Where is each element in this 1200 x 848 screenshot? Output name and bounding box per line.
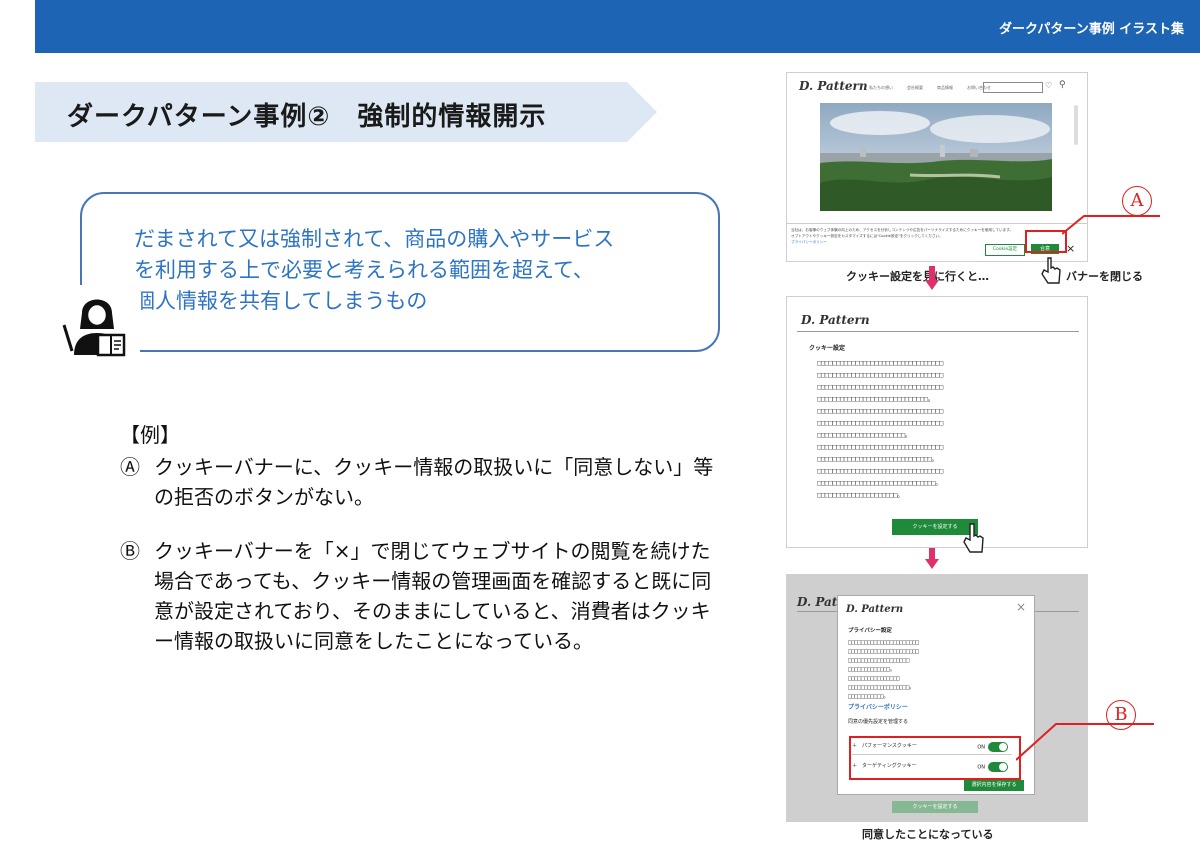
text-line: □□□□□□□□□□□□□□□□□□□□□□□□□□□□□□□□□ xyxy=(817,407,943,415)
modal-title: プライバシー設定 xyxy=(848,628,892,634)
caption-close-banner: バナーを閉じる xyxy=(1066,270,1143,283)
callout-b-box xyxy=(849,736,1021,780)
hand-cursor-icon xyxy=(963,523,984,553)
text-line: □□□□□□□□□□□□□□□□□□□□□□□□□□□□□□□□□ xyxy=(817,419,943,427)
brand-logo: D. Pattern xyxy=(799,79,868,93)
text-line: □□□□□□□□□□□□□□□□ xyxy=(848,675,900,682)
header-bar: ダークパターン事例 イラスト集 xyxy=(35,0,1200,53)
nav-item[interactable]: 会社概要 xyxy=(907,85,923,91)
callout-a-box xyxy=(1025,230,1067,253)
nav-item[interactable]: 私たちの想い xyxy=(869,85,893,91)
close-icon[interactable]: × xyxy=(1066,242,1075,255)
modal-brand-logo: D. Pattern xyxy=(846,604,904,615)
slide-title: ダークパターン事例② 強制的情報開示 xyxy=(67,102,547,132)
label-b: B xyxy=(1106,700,1136,730)
landscape-photo xyxy=(820,103,1052,211)
save-selection-button[interactable]: 選択内容を保存する xyxy=(964,780,1024,791)
privacy-policy-link[interactable]: プライバシーポリシー xyxy=(848,702,908,711)
cookie-settings-button[interactable]: Cookie設定 xyxy=(985,244,1025,256)
example-mark: Ⓐ xyxy=(120,455,140,479)
text-line: □□□□□□□□□□□□□□□□□□□□□□□。 xyxy=(817,431,912,439)
text-line: □□□□□□□□□□□□□□□□□□□□□□□□□□□□□□□□□ xyxy=(817,383,943,391)
screenshot-privacy-modal: D. Pattern クッキーを設定する D. Pattern × プライバシー… xyxy=(786,574,1088,822)
text-line: □□□□□□□□□□□□□□□□□□□□□□ xyxy=(848,648,919,655)
text-line: □□□□□□□□□□□。 xyxy=(848,693,889,700)
label-a: A xyxy=(1122,186,1152,216)
text-line: □□□□□□□□□□□□□□□□□□□□□。 xyxy=(817,491,904,499)
header-title: ダークパターン事例 イラスト集 xyxy=(999,22,1184,37)
text-line: □□□□□□□□□□□□□□□□□□□。 xyxy=(848,684,915,691)
caption-agreed: 同意したことになっている xyxy=(862,828,994,841)
text-line: □□□□□□□□□□□□□。 xyxy=(848,666,896,673)
placeholder-text-block: □□□□□□□□□□□□□□□□□□□□□□□□□□□□□□□□□ □□□□□□… xyxy=(817,357,943,501)
brand-logo: D. Pattern xyxy=(801,313,870,327)
title-band: ダークパターン事例② 強制的情報開示 xyxy=(35,82,657,142)
definition-text: だまされて又は強制されて、商品の購入やサービス を利用する上で必要と考えられる範… xyxy=(134,224,704,317)
user-icon[interactable]: ⚲ xyxy=(1059,80,1066,90)
top-nav: 私たちの想い 会社概要 商品情報 お問い合わせ xyxy=(869,85,991,91)
definition-line: 個人情報を共有してしまうもの xyxy=(134,289,428,313)
example-text: クッキーバナーに、クッキー情報の取扱いに「同意しない」等の拒否のボタンがない。 xyxy=(154,455,714,509)
section-title: クッキー設定 xyxy=(809,345,846,352)
example-item-a: Ⓐ クッキーバナーに、クッキー情報の取扱いに「同意しない」等の拒否のボタンがない… xyxy=(120,452,730,512)
text-line: □□□□□□□□□□□□□□□□□□□ xyxy=(848,657,910,664)
down-arrow-icon xyxy=(925,548,939,569)
nav-item[interactable]: 商品情報 xyxy=(937,85,953,91)
example-section: 【例】 Ⓐ クッキーバナーに、クッキー情報の取扱いに「同意しない」等の拒否のボタ… xyxy=(120,420,730,680)
text-line: □□□□□□□□□□□□□□□□□□□□□□□□□□□□□□□□□ xyxy=(817,359,943,367)
screenshot-cookie-settings: D. Pattern クッキー設定 □□□□□□□□□□□□□□□□□□□□□□… xyxy=(786,296,1088,548)
text-line: □□□□□□□□□□□□□□□□□□□□□□□□□□□□□□□□□ xyxy=(817,371,943,379)
background-set-button: クッキーを設定する xyxy=(892,801,978,813)
definition-line: だまされて又は強制されて、商品の購入やサービス xyxy=(134,227,615,251)
modal-text-block: □□□□□□□□□□□□□□□□□□□□□□ □□□□□□□□□□□□□□□□□… xyxy=(848,638,919,701)
example-mark: Ⓑ xyxy=(120,539,140,563)
caption-go-settings: クッキー設定を見に行くと… xyxy=(846,270,989,283)
example-heading: 【例】 xyxy=(120,423,180,447)
scrollbar[interactable] xyxy=(1074,105,1078,145)
definition-line: を利用する上で必要と考えられる範囲を超えて、 xyxy=(134,258,594,282)
text-line: □□□□□□□□□□□□□□□□□□□□□□□□□□□□□。 xyxy=(817,395,935,403)
text-line: □□□□□□□□□□□□□□□□□□□□□□□□□□□□□□。 xyxy=(817,455,939,463)
modal-close-icon[interactable]: × xyxy=(1016,600,1026,614)
callout-b-line xyxy=(1016,723,1154,761)
search-input[interactable] xyxy=(983,82,1043,93)
text-line: □□□□□□□□□□□□□□□□□□□□□□□□□□□□□□□□□ xyxy=(817,443,943,451)
cart-icon[interactable]: ♡ xyxy=(1045,81,1052,90)
text-line: □□□□□□□□□□□□□□□□□□□□□□□□□□□□□□□。 xyxy=(817,479,942,487)
example-text: クッキーバナーを「×」で閉じてウェブサイトの閲覧を続けた場合であっても、クッキー… xyxy=(154,539,712,653)
down-arrow-icon xyxy=(925,266,939,290)
consent-heading: 同意の優先設定を管理する xyxy=(848,719,909,725)
text-line: □□□□□□□□□□□□□□□□□□□□□□ xyxy=(848,639,919,646)
hand-cursor-icon xyxy=(1041,257,1061,284)
definition-box: だまされて又は強制されて、商品の購入やサービス を利用する上で必要と考えられる範… xyxy=(80,192,720,352)
example-item-b: Ⓑ クッキーバナーを「×」で閉じてウェブサイトの閲覧を続けた場合であっても、クッ… xyxy=(120,536,730,656)
person-reading-icon xyxy=(60,285,140,357)
text-line: □□□□□□□□□□□□□□□□□□□□□□□□□□□□□□□□□ xyxy=(817,467,943,475)
callout-a-line xyxy=(1062,215,1160,235)
divider xyxy=(797,331,1079,332)
